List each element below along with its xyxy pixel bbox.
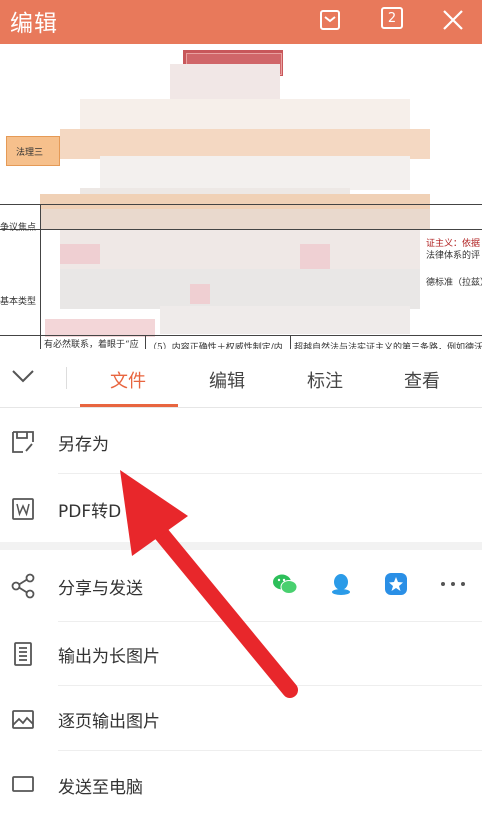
menu-label-share: 分享与发送 <box>58 579 143 599</box>
page-count: 2 <box>387 10 397 26</box>
mosaic-block <box>190 284 210 304</box>
menu-label-export-long-image: 输出为长图片 <box>58 647 160 667</box>
share-icon <box>10 573 36 599</box>
wechat-icon[interactable] <box>270 569 300 599</box>
table-line <box>290 335 291 349</box>
doc-snippet-right-bot: 德标准（拉兹） <box>426 278 482 288</box>
save-icon[interactable] <box>315 5 345 35</box>
menu-label-send-to-pc: 发送至电脑 <box>58 778 143 798</box>
top-bar: 编辑 2 <box>0 0 482 44</box>
menu-item-share[interactable]: 分享与发送 <box>0 555 482 617</box>
page-title: 编辑 <box>10 11 58 37</box>
doc-box-label: 法理三 <box>16 148 44 158</box>
document-preview[interactable]: 法理三 争议焦点 基本类型 有必然联系，着眼于“应 （5）内容正确性＋权威性制定… <box>0 44 482 349</box>
tab-edit[interactable]: 编辑 <box>209 367 245 393</box>
table-line <box>145 335 146 349</box>
computer-icon <box>10 772 36 798</box>
tab-file[interactable]: 文件 <box>110 367 146 393</box>
menu-item-send-to-pc[interactable]: 发送至电脑 <box>0 754 482 816</box>
table-line <box>0 335 482 336</box>
more-icon[interactable] <box>438 569 468 599</box>
tim-icon[interactable] <box>381 569 411 599</box>
divider <box>58 473 482 474</box>
section-gap <box>0 542 482 550</box>
doc-snippet-right: 超越自然法与法实证主义的第三条路，例如德沃 <box>294 343 482 349</box>
divider <box>58 750 482 751</box>
divider <box>58 621 482 622</box>
mosaic-block <box>100 156 410 190</box>
doc-snippet-mid: （5）内容正确性＋权威性制定/内 <box>148 343 283 349</box>
table-line <box>0 204 482 205</box>
menu-label-export-page-images: 逐页输出图片 <box>58 712 160 732</box>
doc-label-issue: 争议焦点 <box>0 223 37 233</box>
mosaic-block <box>60 269 420 309</box>
menu-label-pdf-convert: PDF转D <box>58 502 122 522</box>
save-as-icon <box>10 429 36 455</box>
menu-item-pdf-convert[interactable]: PDF转D <box>0 478 482 540</box>
mosaic-block <box>60 129 430 159</box>
menu-item-save-as[interactable]: 另存为 <box>0 411 482 473</box>
long-image-icon <box>10 641 36 667</box>
file-menu-sheet: 文件 编辑 标注 查看 另存为 PDF转D 分享与发送 输出为长图片 逐页输出图… <box>0 349 482 798</box>
tab-view[interactable]: 查看 <box>404 367 440 393</box>
menu-item-export-long-image[interactable]: 输出为长图片 <box>0 623 482 685</box>
mosaic-block <box>40 209 430 229</box>
mosaic-block <box>60 244 100 264</box>
mosaic-block <box>60 229 420 269</box>
page-count-icon[interactable]: 2 <box>381 7 403 29</box>
table-line <box>40 204 41 349</box>
table-line <box>0 229 482 230</box>
qq-icon[interactable] <box>326 569 356 599</box>
menu-tabs: 文件 编辑 标注 查看 <box>0 349 482 408</box>
active-tab-indicator <box>80 404 178 407</box>
menu-label-save-as: 另存为 <box>58 435 109 455</box>
collapse-chevron-icon[interactable] <box>10 365 36 391</box>
divider <box>58 685 482 686</box>
doc-snippet-left: 有必然联系，着眼于“应 <box>44 340 139 349</box>
tab-annotate[interactable]: 标注 <box>307 367 343 393</box>
doc-snippet-right-mid: 法律体系的评 <box>426 251 481 261</box>
mosaic-block <box>160 306 410 334</box>
picture-icon <box>10 706 36 732</box>
close-icon[interactable] <box>438 5 468 35</box>
word-doc-icon <box>10 496 36 522</box>
doc-label-type: 基本类型 <box>0 297 37 307</box>
tab-separator <box>66 367 67 389</box>
menu-item-export-page-images[interactable]: 逐页输出图片 <box>0 688 482 750</box>
